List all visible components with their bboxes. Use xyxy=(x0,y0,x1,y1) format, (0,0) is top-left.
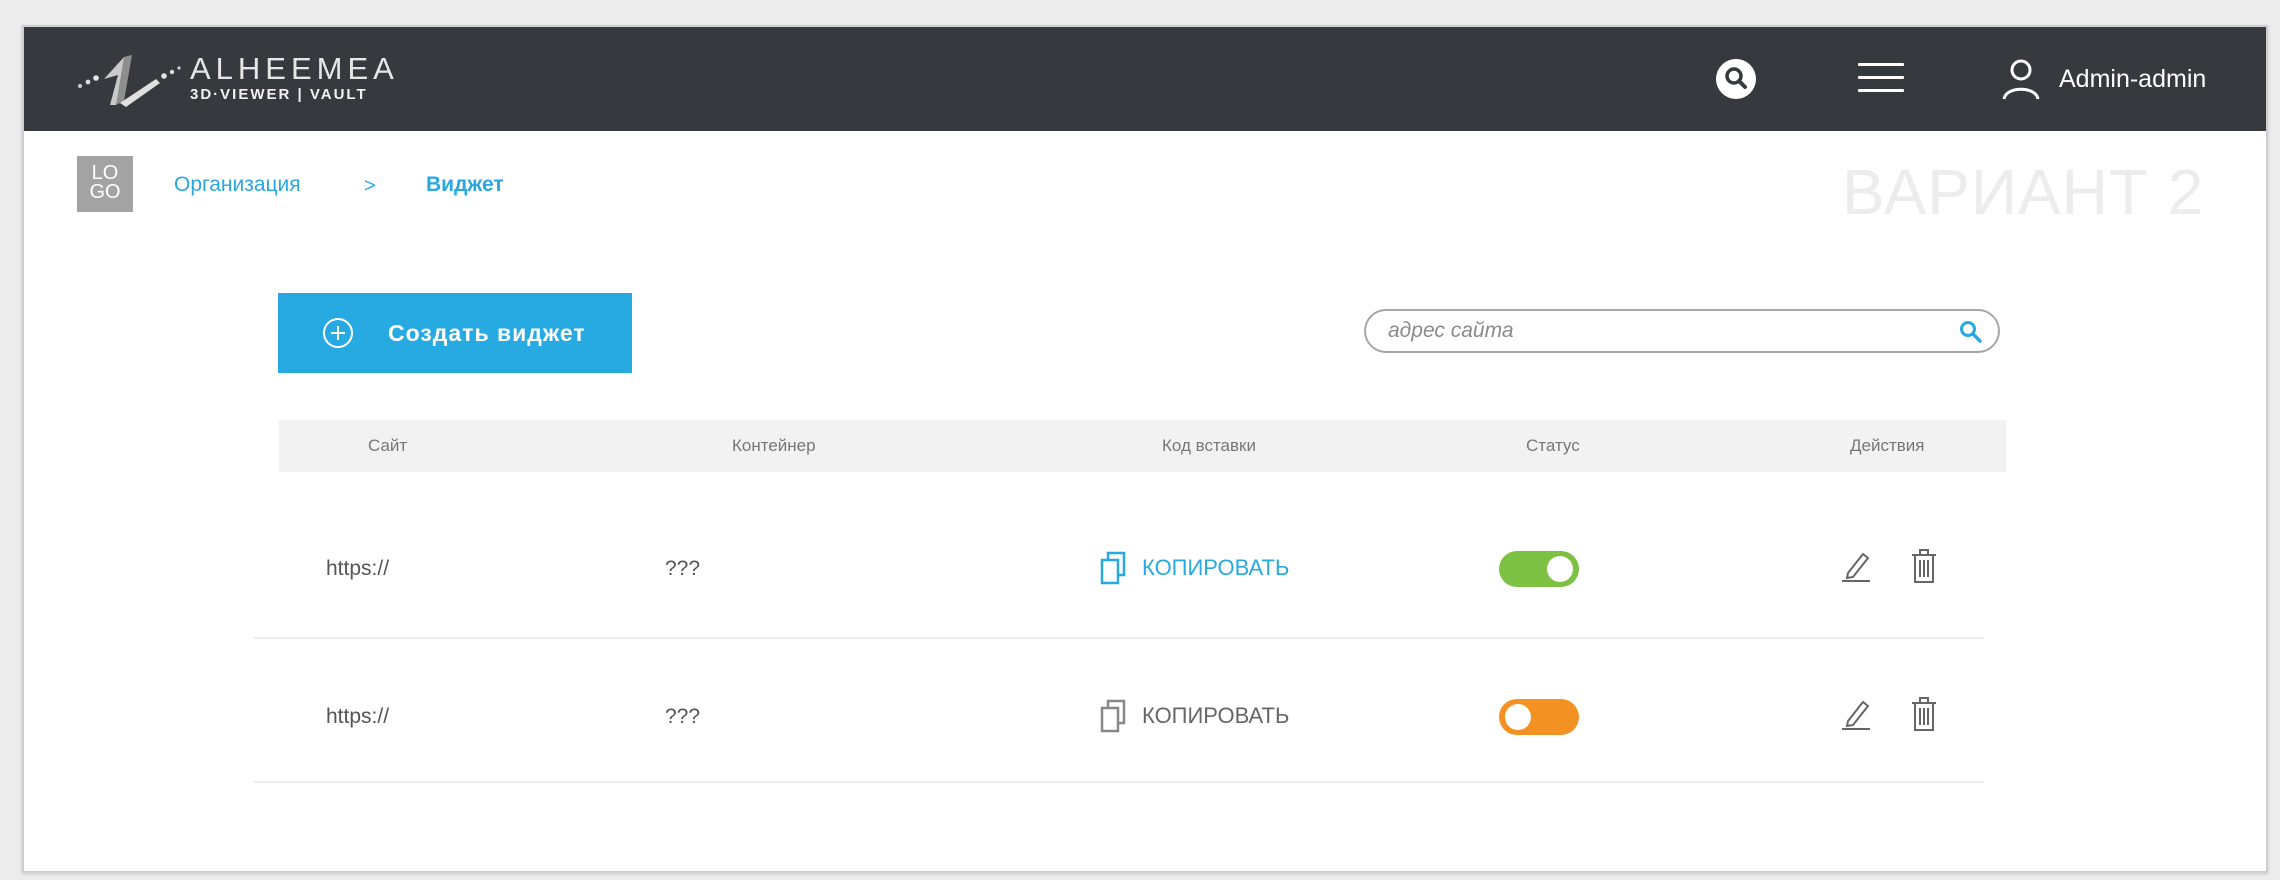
copy-code-button[interactable]: КОПИРОВАТЬ xyxy=(1100,551,1289,585)
top-header: ALHEEMEA 3D·VIEWER | VAULT Admin-admin xyxy=(24,27,2266,131)
table-row: https:// ??? КОПИРОВАТЬ xyxy=(254,497,1984,639)
copy-code-button[interactable]: КОПИРОВАТЬ xyxy=(1100,699,1289,733)
row-container: ??? xyxy=(665,557,701,580)
user-name: Admin-admin xyxy=(2059,64,2207,93)
org-logo-placeholder: LO GO xyxy=(77,156,133,212)
variant-label: ВАРИАНТ 2 xyxy=(1842,156,2205,228)
hamburger-line xyxy=(1858,89,1904,92)
brand-text: ALHEEMEA 3D·VIEWER | VAULT xyxy=(190,51,399,104)
table-header: Сайт Контейнер Код вставки Статус Действ… xyxy=(279,420,2006,472)
hamburger-line xyxy=(1858,76,1904,79)
pencil-icon[interactable] xyxy=(1839,549,1873,583)
status-toggle-off[interactable] xyxy=(1499,699,1579,735)
brand-name: ALHEEMEA xyxy=(190,51,399,86)
user-icon xyxy=(2002,59,2040,100)
create-widget-button[interactable]: Создать виджет xyxy=(278,293,632,373)
toggle-knob xyxy=(1547,556,1573,582)
header-search-button[interactable] xyxy=(1716,59,1756,99)
search-icon xyxy=(1725,67,1747,89)
copy-code-label: КОПИРОВАТЬ xyxy=(1142,555,1290,580)
copy-icon xyxy=(1100,551,1126,585)
breadcrumb-organization[interactable]: Организация xyxy=(174,173,301,197)
trash-icon[interactable] xyxy=(1910,548,1938,584)
column-header-site[interactable]: Сайт xyxy=(368,436,407,456)
column-header-status[interactable]: Статус xyxy=(1526,436,1580,456)
breadcrumb-separator: > xyxy=(364,175,376,197)
table-row: https:// ??? КОПИРОВАТЬ xyxy=(254,641,1984,783)
row-site: https:// xyxy=(326,705,390,728)
pencil-icon[interactable] xyxy=(1839,697,1873,731)
create-widget-label: Создать виджет xyxy=(388,319,586,346)
menu-button[interactable] xyxy=(1858,63,1904,97)
logo-text-bottom: GO xyxy=(89,181,121,203)
app-window: ALHEEMEA 3D·VIEWER | VAULT Admin-admin L… xyxy=(22,25,2268,873)
toggle-knob xyxy=(1505,704,1531,730)
plus-circle-icon xyxy=(323,318,353,348)
user-menu[interactable]: Admin-admin xyxy=(2002,57,2206,101)
copy-code-label: КОПИРОВАТЬ xyxy=(1142,703,1290,728)
row-site: https:// xyxy=(326,557,390,580)
hamburger-menu-icon xyxy=(1858,63,1904,66)
column-header-container[interactable]: Контейнер xyxy=(732,436,816,456)
breadcrumb-widget[interactable]: Виджет xyxy=(426,173,504,197)
status-toggle-on[interactable] xyxy=(1499,551,1579,587)
brand-logo[interactable]: ALHEEMEA 3D·VIEWER | VAULT xyxy=(74,49,399,109)
column-header-actions[interactable]: Действия xyxy=(1850,436,1924,456)
site-search-input[interactable] xyxy=(1388,317,1948,345)
row-container: ??? xyxy=(665,705,701,728)
copy-icon xyxy=(1100,699,1126,733)
search-icon[interactable] xyxy=(1958,319,1984,345)
column-header-embed-code[interactable]: Код вставки xyxy=(1162,436,1256,456)
site-search xyxy=(1364,309,2000,353)
brand-mark-icon xyxy=(78,55,181,107)
trash-icon[interactable] xyxy=(1910,696,1938,732)
brand-subtitle: 3D·VIEWER | VAULT xyxy=(190,86,368,103)
